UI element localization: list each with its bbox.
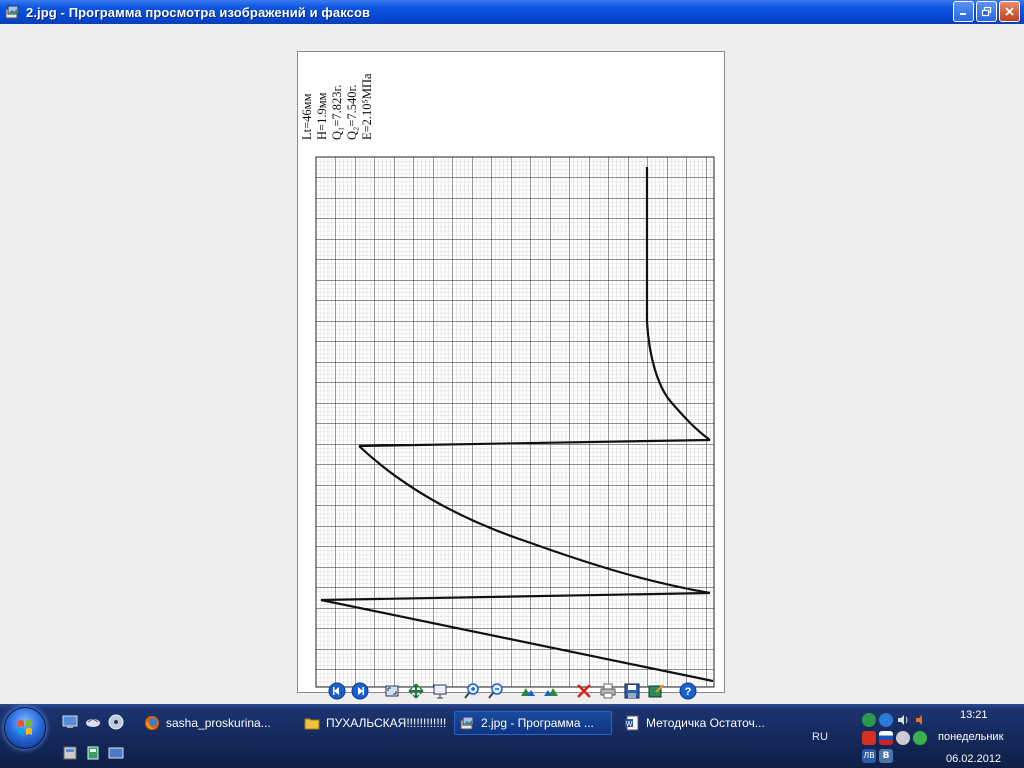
thunderbird-icon[interactable] — [85, 714, 101, 730]
delete-button[interactable] — [573, 680, 595, 702]
restore-icon — [981, 6, 992, 17]
previous-image-button[interactable] — [326, 680, 348, 702]
media-player-icon[interactable] — [108, 714, 124, 730]
close-button[interactable] — [999, 1, 1020, 22]
next-icon — [351, 682, 369, 700]
close-icon — [1005, 7, 1014, 16]
task-label: 2.jpg - Программа ... — [481, 716, 594, 730]
task-label: Методичка Остаточ... — [646, 716, 765, 730]
next-image-button[interactable] — [349, 680, 371, 702]
task-button-firefox[interactable]: sasha_proskurina... — [140, 711, 292, 735]
skype-icon[interactable] — [879, 713, 893, 727]
displayed-image[interactable]: Lt=46мм H=1.9мм Q₁=7.823г. Q₂=7.540г. E=… — [297, 51, 725, 693]
network-icon[interactable] — [896, 731, 910, 745]
folder-icon — [304, 718, 320, 730]
windows-logo-icon — [18, 720, 32, 735]
print-button[interactable] — [597, 680, 619, 702]
antivirus-icon[interactable] — [862, 731, 876, 745]
display-settings-icon[interactable] — [108, 745, 124, 761]
param-e: E=2.10⁵МПа — [360, 73, 374, 140]
restore-button[interactable] — [976, 1, 997, 22]
speaker-alert-icon[interactable] — [913, 713, 927, 727]
firefox-icon — [145, 716, 159, 730]
image-viewer-icon — [460, 716, 474, 730]
vkontakte-icon[interactable]: B — [879, 749, 893, 763]
grid-coarse — [316, 157, 714, 687]
param-lt: Lt=46мм — [300, 93, 314, 140]
russian-flag-icon[interactable] — [879, 731, 893, 745]
show-desktop-icon[interactable] — [62, 714, 78, 730]
punto-switcher-icon[interactable]: ЛВ — [862, 749, 876, 763]
param-h: H=1.9мм — [315, 92, 329, 140]
image-viewer-icon — [5, 5, 19, 19]
volume-icon[interactable] — [896, 713, 910, 727]
image-viewer-area: Lt=46мм H=1.9мм Q₁=7.823г. Q₂=7.540г. E=… — [0, 24, 1024, 693]
rotate-counterclockwise-button[interactable] — [540, 680, 562, 702]
save-icon — [624, 683, 640, 699]
rotate-clockwise-button[interactable] — [517, 680, 539, 702]
start-button[interactable] — [4, 707, 46, 749]
param-q2: Q₂=7.540г. — [345, 85, 359, 140]
zoom-in-icon — [464, 683, 479, 699]
slideshow-button[interactable] — [429, 680, 451, 702]
edit-image-icon — [648, 684, 664, 698]
rotate-clockwise-icon — [521, 688, 535, 696]
task-button-word[interactable]: W Методичка Остаточ... — [620, 711, 772, 735]
clock-day[interactable]: понедельник — [938, 731, 1003, 743]
slideshow-icon — [433, 684, 447, 699]
task-button-folder[interactable]: ПУХАЛЬСКАЯ!!!!!!!!!!!! — [300, 711, 450, 735]
print-icon — [600, 683, 616, 699]
help-button[interactable]: ? — [677, 680, 699, 702]
actual-size-icon — [408, 683, 424, 699]
graph-paper-plot — [315, 156, 715, 688]
best-fit-button[interactable] — [381, 680, 403, 702]
open-in-editor-button[interactable] — [645, 680, 667, 702]
previous-icon — [328, 682, 346, 700]
language-indicator[interactable]: RU — [812, 731, 828, 743]
zoom-out-button[interactable] — [485, 680, 507, 702]
minimize-button[interactable] — [953, 1, 974, 22]
zoom-in-button[interactable] — [461, 680, 483, 702]
explorer-icon[interactable] — [62, 745, 78, 761]
calculator-icon[interactable] — [85, 745, 101, 761]
actual-size-button[interactable] — [405, 680, 427, 702]
utorrent-icon[interactable] — [862, 713, 876, 727]
zoom-out-icon — [488, 683, 503, 699]
help-icon: ? — [679, 682, 697, 700]
save-copy-button[interactable] — [621, 680, 643, 702]
minimize-icon — [960, 13, 966, 15]
viewer-toolbar: ? — [0, 678, 1024, 704]
task-label: ПУХАЛЬСКАЯ!!!!!!!!!!!! — [326, 716, 447, 730]
clock-date[interactable]: 06.02.2012 — [946, 753, 1001, 765]
window-title: 2.jpg - Программа просмотра изображений … — [26, 4, 371, 20]
param-q1: Q₁=7.823г. — [330, 85, 344, 140]
svg-text:W: W — [626, 721, 633, 728]
clock-time[interactable]: 13:21 — [960, 709, 988, 721]
parameters-label: Lt=46мм H=1.9мм Q₁=7.823г. Q₂=7.540г. E=… — [300, 73, 374, 140]
task-label: sasha_proskurina... — [166, 716, 271, 730]
taskbar: sasha_proskurina... ПУХАЛЬСКАЯ!!!!!!!!!!… — [0, 704, 1024, 768]
task-button-image-viewer[interactable]: 2.jpg - Программа ... — [454, 711, 612, 735]
svg-text:?: ? — [685, 686, 692, 698]
delete-icon — [577, 684, 591, 698]
word-document-icon: W — [625, 715, 639, 731]
title-bar[interactable]: 2.jpg - Программа просмотра изображений … — [0, 0, 1024, 24]
best-fit-icon — [385, 685, 399, 697]
rotate-counterclockwise-icon — [544, 688, 558, 696]
icq-icon[interactable] — [913, 731, 927, 745]
